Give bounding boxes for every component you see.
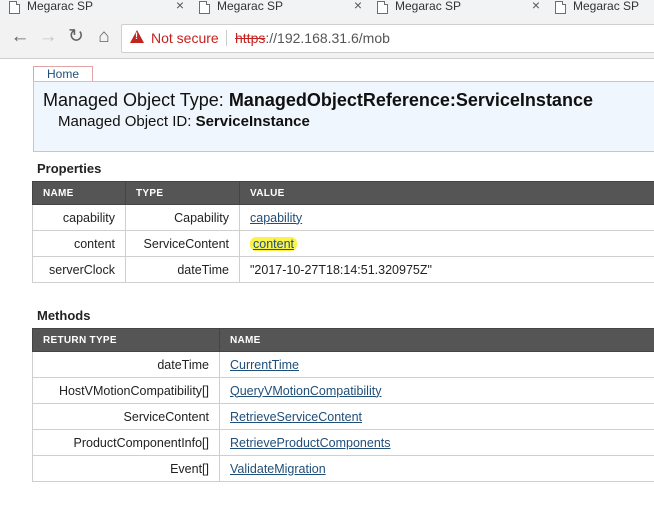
method-return-type: Event[] [32, 455, 220, 482]
highlight-mark: content [250, 236, 298, 251]
table-header-row: NAME TYPE VALUE [32, 181, 654, 205]
table-row: ProductComponentInfo[] RetrieveProductCo… [32, 429, 654, 456]
url-text[interactable]: https://192.168.31.6/mob [235, 30, 390, 46]
object-type-label: Managed Object Type: [43, 90, 224, 110]
column-header: RETURN TYPE [32, 328, 220, 352]
method-return-type: ProductComponentInfo[] [32, 429, 220, 456]
property-name: content [32, 230, 126, 257]
table-row: HostVMotionCompatibility[] QueryVMotionC… [32, 377, 654, 404]
property-link[interactable]: content [253, 237, 294, 251]
page-icon [9, 1, 20, 14]
reload-icon[interactable]: ↻ [65, 26, 87, 48]
close-icon[interactable]: × [176, 0, 184, 13]
method-name: ValidateMigration [219, 455, 654, 482]
object-id-value: ServiceInstance [195, 113, 310, 130]
property-value: content [239, 230, 654, 257]
table-header-row: RETURN TYPE NAME [32, 328, 654, 352]
method-link[interactable]: RetrieveServiceContent [230, 410, 362, 424]
page-content: Home Managed Object Type: ManagedObjectR… [0, 59, 654, 522]
page-icon [377, 1, 388, 14]
page-icon [555, 1, 566, 14]
page-icon [199, 1, 210, 14]
property-type: Capability [125, 204, 240, 231]
back-arrow-icon[interactable]: ← [9, 26, 31, 48]
property-type: ServiceContent [125, 230, 240, 257]
security-label[interactable]: Not secure [151, 30, 219, 46]
method-link[interactable]: QueryVMotionCompatibility [230, 384, 381, 398]
method-name: RetrieveProductComponents [219, 429, 654, 456]
divider [226, 30, 227, 46]
table-row: Event[] ValidateMigration [32, 455, 654, 482]
tab-title: Megarac SP [27, 0, 94, 13]
method-name: CurrentTime [219, 351, 654, 378]
close-icon[interactable]: × [532, 0, 540, 13]
url-protocol: https [235, 30, 266, 46]
method-link[interactable]: RetrieveProductComponents [230, 436, 391, 450]
methods-heading: Methods [37, 308, 91, 323]
browser-tab[interactable]: Megarac SP × [368, 0, 547, 18]
object-header: Managed Object Type: ManagedObjectRefere… [33, 81, 654, 152]
column-header: NAME [32, 181, 126, 205]
property-name: serverClock [32, 256, 126, 283]
table-row: dateTime CurrentTime [32, 351, 654, 378]
method-name: RetrieveServiceContent [219, 403, 654, 430]
properties-table: NAME TYPE VALUE capability Capability ca… [32, 181, 654, 283]
table-row: content ServiceContent content [32, 230, 654, 257]
forward-arrow-icon[interactable]: → [37, 26, 59, 48]
object-type-value: ManagedObjectReference:ServiceInstance [228, 90, 593, 110]
tab-title: Megarac SP [395, 0, 462, 13]
method-link[interactable]: CurrentTime [230, 358, 299, 372]
properties-heading: Properties [37, 161, 102, 176]
property-value: capability [239, 204, 654, 231]
methods-table: RETURN TYPE NAME dateTime CurrentTime Ho… [32, 328, 654, 482]
url-host-path: ://192.168.31.6/mob [265, 30, 390, 46]
tab-title: Megarac SP [573, 0, 640, 13]
address-bar[interactable]: ! Not secure https://192.168.31.6/mob [121, 24, 654, 53]
browser-tab[interactable]: Megarac SP × [0, 0, 191, 18]
tab-strip: Megarac SP × Megarac SP × Megarac SP × M… [0, 0, 654, 18]
method-return-type: HostVMotionCompatibility[] [32, 377, 220, 404]
method-link[interactable]: ValidateMigration [230, 462, 326, 476]
table-row: ServiceContent RetrieveServiceContent [32, 403, 654, 430]
home-tab[interactable]: Home [33, 66, 93, 82]
method-name: QueryVMotionCompatibility [219, 377, 654, 404]
method-return-type: ServiceContent [32, 403, 220, 430]
object-id: Managed Object ID: ServiceInstance [58, 113, 310, 130]
close-icon[interactable]: × [354, 0, 362, 13]
home-icon[interactable]: ⌂ [93, 26, 115, 48]
property-link[interactable]: capability [250, 211, 302, 225]
object-type: Managed Object Type: ManagedObjectRefere… [43, 90, 593, 111]
property-value: "2017-10-27T18:14:51.320975Z" [239, 256, 654, 283]
browser-tab[interactable]: Megarac SP × [190, 0, 369, 18]
column-header: VALUE [239, 181, 654, 205]
table-row: serverClock dateTime "2017-10-27T18:14:5… [32, 256, 654, 283]
column-header: NAME [219, 328, 654, 352]
property-name: capability [32, 204, 126, 231]
column-header: TYPE [125, 181, 240, 205]
method-return-type: dateTime [32, 351, 220, 378]
warning-icon: ! [130, 30, 144, 43]
browser-toolbar: ← → ↻ ⌂ ! Not secure https://192.168.31.… [0, 18, 654, 59]
tab-title: Megarac SP [217, 0, 284, 13]
browser-tab[interactable]: Megarac SP [546, 0, 654, 18]
object-id-label: Managed Object ID: [58, 113, 192, 130]
table-row: capability Capability capability [32, 204, 654, 231]
property-type: dateTime [125, 256, 240, 283]
